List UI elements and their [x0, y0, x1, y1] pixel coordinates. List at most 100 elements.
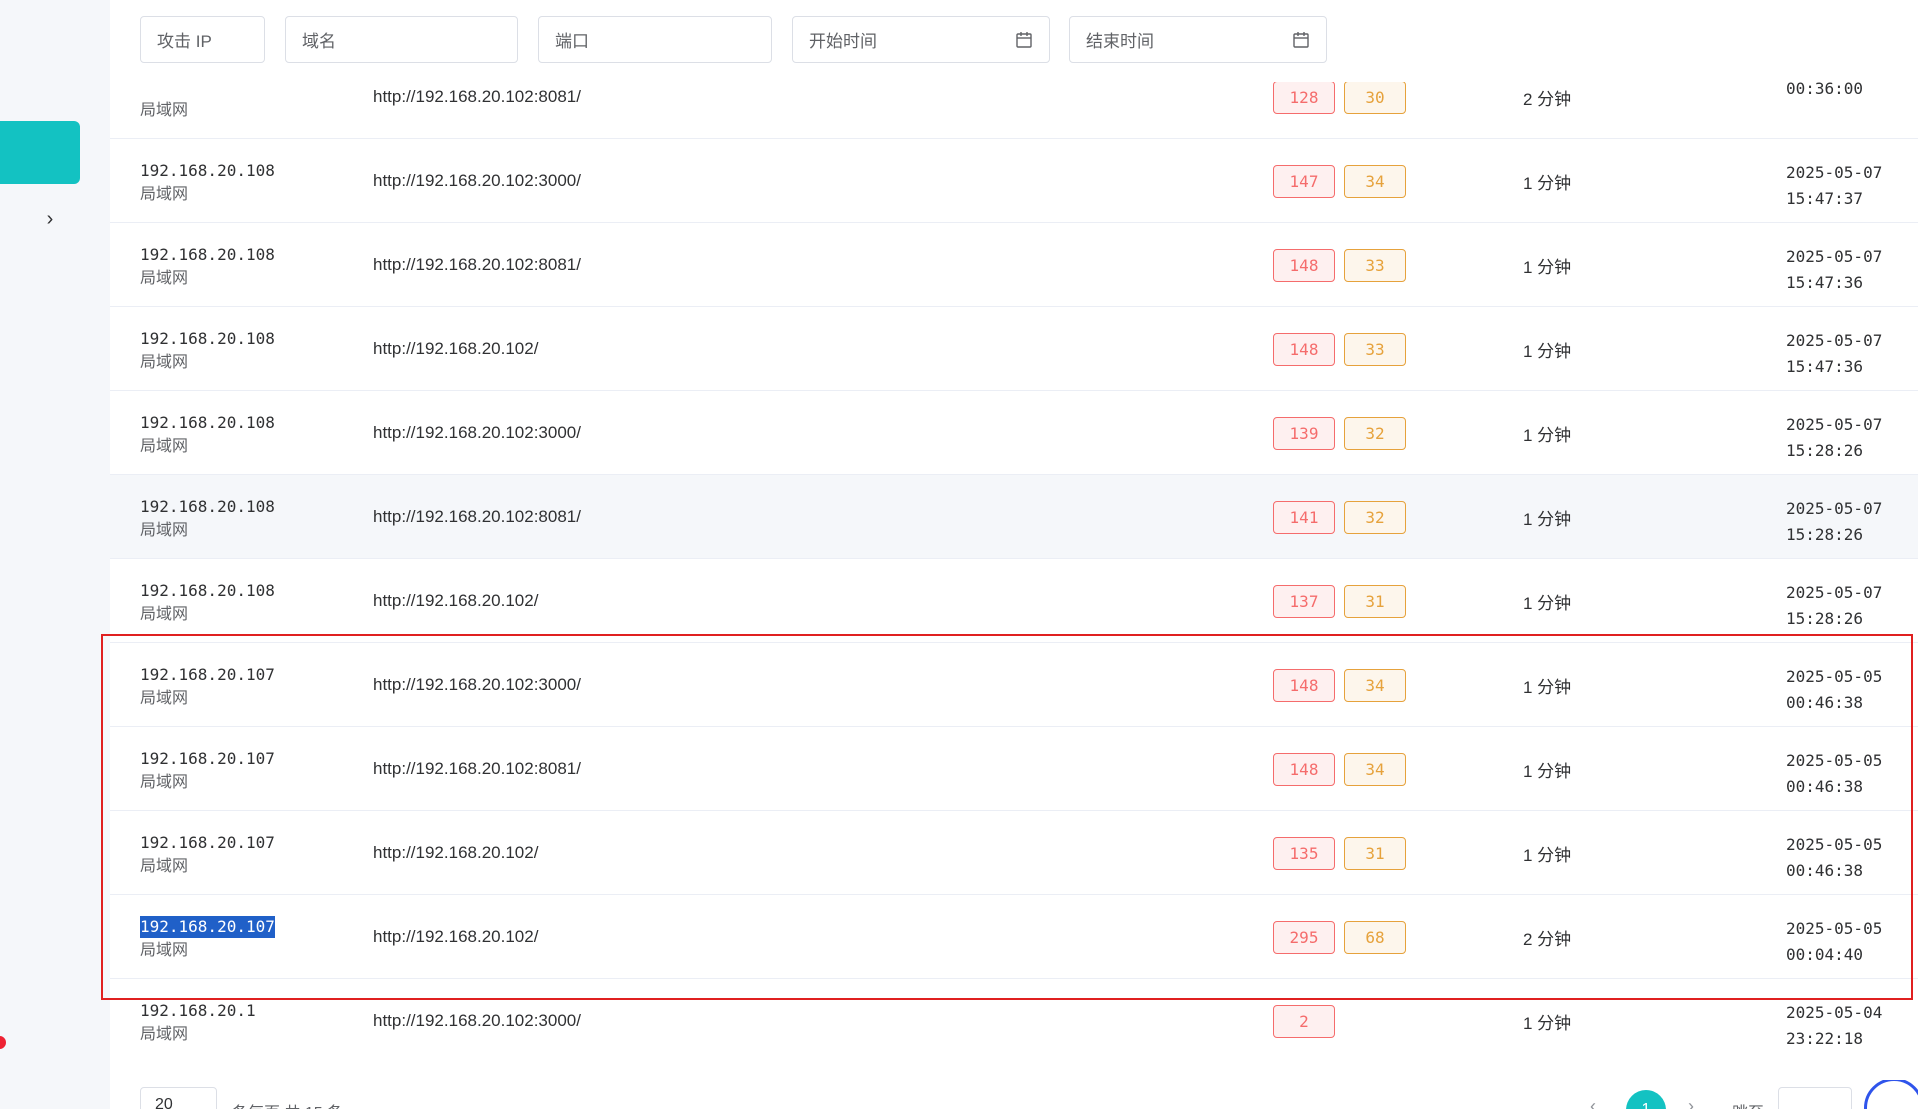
duration: 1 分钟 [1523, 341, 1572, 361]
timestamp-time: 00:46:38 [1786, 861, 1864, 880]
table-row[interactable]: 192.168.20.108 局域网 http://192.168.20.102:8… [110, 223, 1918, 307]
table-row[interactable]: 192.168.20.108 局域网 http://192.168.20.102/1… [110, 307, 1918, 391]
timestamp-time: 15:28:26 [1786, 609, 1864, 628]
timestamp: 2025-05-07 15:28:26 [1786, 412, 1882, 464]
request-count-badge: 147 [1273, 165, 1335, 198]
timestamp-date: 2025-05-04 [1786, 1003, 1883, 1022]
alert-count-badge: 34 [1344, 165, 1406, 198]
request-count-badge: 148 [1273, 249, 1335, 282]
target-url: http://192.168.20.102:8081/ [373, 759, 581, 778]
target-url: http://192.168.20.102:3000/ [373, 675, 581, 694]
attack-ip: 192.168.20.108 [140, 329, 275, 348]
current-page-button[interactable]: 1 [1626, 1090, 1666, 1109]
page-size-value: 20 [155, 1096, 173, 1109]
table-row[interactable]: 192.168.20.107 局域网 http://192.168.20.102/2… [110, 895, 1918, 979]
target-url: http://192.168.20.102:3000/ [373, 171, 581, 190]
start-time-placeholder: 开始时间 [809, 32, 877, 51]
timestamp-time: 00:46:38 [1786, 693, 1864, 712]
network-type: 局域网 [140, 186, 189, 203]
goto-label: 跳至 [1732, 1099, 1764, 1109]
alert-count-badge: 34 [1344, 753, 1406, 786]
table-row[interactable]: 192.168.20.108 局域网 http://192.168.20.102:3… [110, 139, 1918, 223]
sidebar-active-item[interactable] [0, 121, 80, 184]
timestamp-time: 00:04:40 [1786, 945, 1864, 964]
table-row[interactable]: 192.168.20.108 局域网 http://192.168.20.102:8… [110, 475, 1918, 559]
timestamp: 2025-05-05 00:04:40 [1786, 916, 1882, 968]
timestamp-date: 2025-05-07 [1786, 415, 1883, 434]
domain-input[interactable]: 域名 [285, 16, 518, 63]
page-size-select[interactable]: 20 [140, 1087, 217, 1109]
timestamp: 2025-05-07 15:47:36 [1786, 244, 1882, 296]
timestamp-time: 15:47:36 [1786, 273, 1864, 292]
timestamp-date: 2025-05-07 [1786, 247, 1883, 266]
duration: 2 分钟 [1523, 929, 1572, 949]
network-type: 局域网 [140, 102, 189, 119]
table-row[interactable]: 192.168.20.1 局域网 http://192.168.20.102:300… [110, 979, 1918, 1055]
attack-ip-input[interactable]: 攻击 IP [140, 16, 265, 63]
network-type: 局域网 [140, 858, 189, 875]
network-type: 局域网 [140, 270, 189, 287]
start-time-picker[interactable]: 开始时间 [792, 16, 1050, 63]
attack-ip: 192.168.20.108 [140, 581, 275, 600]
network-type: 局域网 [140, 690, 189, 707]
alert-count-badge: 34 [1344, 669, 1406, 702]
timestamp-time: 00:46:38 [1786, 777, 1864, 796]
timestamp-time: 15:28:26 [1786, 441, 1864, 460]
calendar-icon [1016, 31, 1032, 48]
duration: 1 分钟 [1523, 677, 1572, 697]
table-row[interactable]: 192.168.20.108 局域网 http://192.168.20.102/1… [110, 559, 1918, 643]
network-type: 局域网 [140, 438, 189, 455]
timestamp: 2025-05-05 00:46:38 [1786, 748, 1882, 800]
attack-ip-placeholder: 攻击 IP [157, 32, 212, 51]
table-row[interactable]: 192.168.20.108 局域网 http://192.168.20.102:3… [110, 391, 1918, 475]
prev-page-button[interactable]: ‹ [1590, 1096, 1596, 1109]
chevron-right-icon[interactable]: › [40, 209, 60, 229]
network-type: 局域网 [140, 354, 189, 371]
attack-ip: 192.168.20.108 [140, 497, 275, 516]
target-url: http://192.168.20.102:3000/ [373, 1011, 581, 1030]
next-page-button[interactable]: › [1688, 1096, 1694, 1109]
goto-page-input[interactable] [1778, 1087, 1852, 1109]
table-row[interactable]: 192.168.20.107 局域网 http://192.168.20.102/1… [110, 811, 1918, 895]
alert-count-badge: 32 [1344, 501, 1406, 534]
duration: 1 分钟 [1523, 257, 1572, 277]
timestamp-date: 2025-05-07 [1786, 583, 1883, 602]
request-count-badge: 2 [1273, 1005, 1335, 1038]
attack-ip: 192.168.20.108 [140, 413, 275, 432]
network-type: 局域网 [140, 1026, 189, 1043]
timestamp-time: 15:28:26 [1786, 525, 1864, 544]
page: › 攻击 IP 域名 端口 开始时间 结束时间 局域网 http://192.1… [0, 0, 1918, 1109]
table-row[interactable]: 局域网 http://192.168.20.102:8081/128 30 2 分钟 0… [110, 82, 1918, 139]
floating-action-button[interactable] [1864, 1080, 1918, 1109]
timestamp: 2025-05-05 00:46:38 [1786, 832, 1882, 884]
request-count-badge: 295 [1273, 921, 1335, 954]
timestamp-date: 2025-05-05 [1786, 667, 1883, 686]
timestamp-time: 15:47:36 [1786, 357, 1864, 376]
attack-ip: 192.168.20.107 [140, 916, 275, 938]
duration: 1 分钟 [1523, 509, 1572, 529]
timestamp: 2025-05-05 00:46:38 [1786, 664, 1882, 716]
target-url: http://192.168.20.102/ [373, 591, 539, 610]
alert-count-badge: 33 [1344, 333, 1406, 366]
timestamp-time: 00:36:00 [1786, 82, 1864, 98]
port-input[interactable]: 端口 [538, 16, 772, 63]
target-url: http://192.168.20.102/ [373, 339, 539, 358]
page-summary: 条每页 共 15 条 [232, 1099, 343, 1109]
timestamp-date: 2025-05-07 [1786, 499, 1883, 518]
timestamp-time: 15:47:37 [1786, 189, 1864, 208]
request-count-badge: 128 [1273, 82, 1335, 114]
domain-placeholder: 域名 [302, 32, 336, 51]
alert-count-badge: 31 [1344, 585, 1406, 618]
table-row[interactable]: 192.168.20.107 局域网 http://192.168.20.102:3… [110, 643, 1918, 727]
timestamp-date: 2025-05-05 [1786, 835, 1883, 854]
timestamp: 00:36:00 [1786, 82, 1863, 102]
alert-count-badge: 32 [1344, 417, 1406, 450]
duration: 1 分钟 [1523, 1013, 1572, 1033]
attack-ip: 192.168.20.108 [140, 245, 275, 264]
request-count-badge: 148 [1273, 333, 1335, 366]
target-url: http://192.168.20.102:8081/ [373, 507, 581, 526]
table-row[interactable]: 192.168.20.107 局域网 http://192.168.20.102:8… [110, 727, 1918, 811]
target-url: http://192.168.20.102:8081/ [373, 87, 581, 106]
notification-dot [0, 1036, 6, 1049]
end-time-picker[interactable]: 结束时间 [1069, 16, 1327, 63]
